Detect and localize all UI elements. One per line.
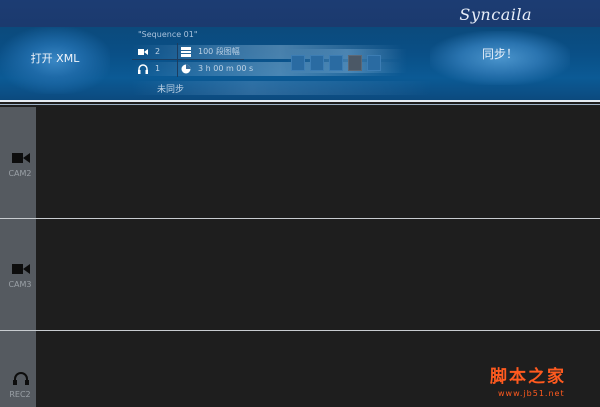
- toolbar-divider-thin: [0, 104, 600, 105]
- track-header[interactable]: REC2: [0, 331, 36, 407]
- clock-icon: [181, 64, 191, 74]
- sequence-name: "Sequence 01": [138, 30, 198, 39]
- track-header[interactable]: CAM2: [0, 107, 36, 218]
- track-label: CAM2: [8, 169, 32, 178]
- track-label: CAM3: [8, 280, 32, 289]
- track-label: REC2: [9, 390, 31, 399]
- progress-block: [310, 55, 324, 71]
- video-camera-icon: [138, 49, 148, 55]
- app-brand-text: Syncaila: [459, 5, 532, 24]
- sequence-info-panel: "Sequence 01" 2 100 段图幅 1 3 h 00 m 00 s: [132, 29, 442, 95]
- duration-label: 3 h 00 m 00 s: [198, 64, 254, 73]
- app-logo: Syncaila: [459, 5, 532, 24]
- watermark-url: www.jb51.net: [498, 389, 565, 398]
- track-row[interactable]: CAM3: [0, 219, 600, 330]
- track-header[interactable]: CAM3: [0, 219, 36, 330]
- info-divider-horizontal: [132, 59, 244, 60]
- toolbar: 打开 XML "Sequence 01" 2 100 段图幅 1 3 h 00 …: [0, 27, 600, 100]
- toolbar-divider: [0, 100, 600, 102]
- progress-block-active: [348, 55, 362, 71]
- headphones-icon: [138, 64, 148, 74]
- video-camera-icon: [12, 153, 30, 163]
- track-row[interactable]: CAM2: [0, 107, 600, 218]
- audio-count: 1: [155, 64, 161, 73]
- frames-icon: [181, 47, 191, 57]
- progress-block: [291, 55, 305, 71]
- watermark-text: 脚本之家: [490, 367, 566, 387]
- sync-button[interactable]: 同步！: [470, 44, 530, 64]
- sync-status-row: 未同步: [132, 81, 432, 95]
- frames-label: 100 段图幅: [198, 47, 240, 56]
- open-xml-button[interactable]: 打开 XML: [15, 49, 95, 69]
- video-count: 2: [155, 47, 161, 56]
- progress-block: [329, 55, 343, 71]
- info-divider-vertical: [177, 43, 178, 77]
- sync-status: 未同步: [157, 85, 185, 95]
- progress-block: [367, 55, 381, 71]
- sync-progress-blocks: [287, 49, 407, 73]
- video-camera-icon: [12, 264, 30, 274]
- title-bar: Syncaila: [0, 0, 600, 27]
- headphones-icon: [13, 372, 29, 385]
